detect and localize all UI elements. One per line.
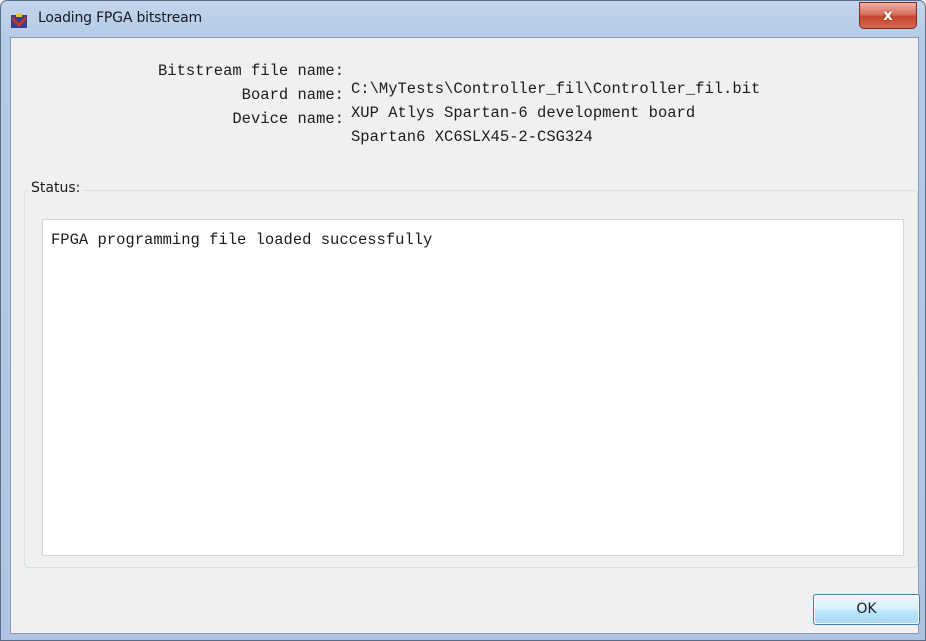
status-textarea[interactable]: FPGA programming file loaded successfull… [42, 219, 904, 556]
title-bar[interactable]: Loading FPGA bitstream x [1, 1, 925, 37]
ok-button[interactable]: OK [813, 594, 920, 625]
dialog-window: Loading FPGA bitstream x Bitstream file … [0, 0, 926, 641]
info-row-device: Device name: Spartan6 XC6SLX45-2-CSG324 [11, 92, 592, 146]
dialog-body: Bitstream file name: C:\MyTests\Controll… [10, 37, 920, 634]
close-button[interactable]: x [859, 2, 917, 29]
status-label: Status: [28, 180, 84, 196]
info-row-bitstream: Bitstream file name: C:\MyTests\Controll… [11, 44, 760, 98]
info-value: XUP Atlys Spartan-6 development board [351, 104, 696, 122]
info-value: Spartan6 XC6SLX45-2-CSG324 [351, 128, 593, 146]
info-value: C:\MyTests\Controller_fil\Controller_fil… [351, 80, 761, 98]
info-row-board: Board name: XUP Atlys Spartan-6 developm… [11, 68, 695, 122]
app-icon [10, 12, 28, 30]
info-label: Device name: [232, 110, 344, 128]
window-title: Loading FPGA bitstream [38, 10, 202, 26]
close-icon: x [883, 6, 893, 24]
status-message: FPGA programming file loaded successfull… [51, 231, 433, 249]
